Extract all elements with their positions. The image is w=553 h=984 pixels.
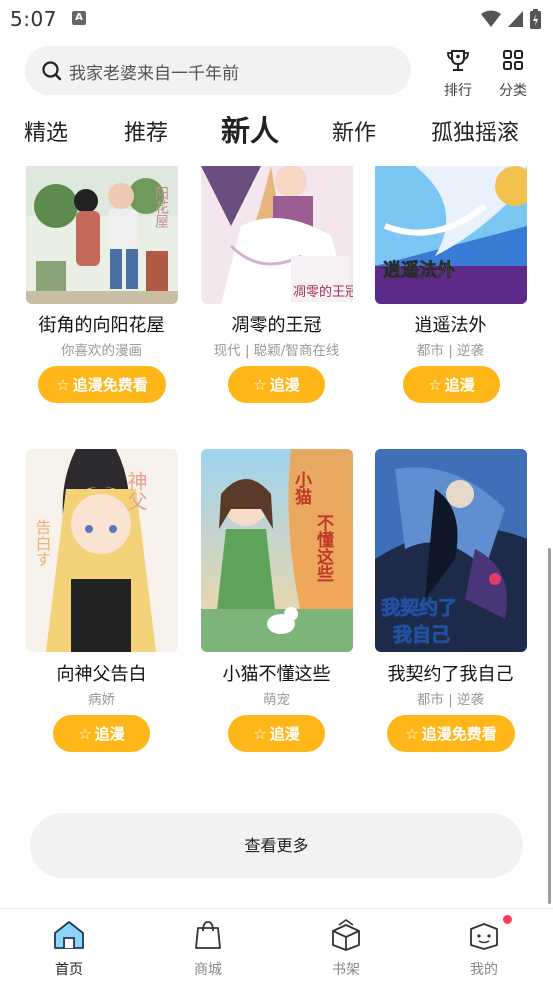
tab-bocchi-the-rock[interactable]: 孤独摇滚 — [431, 112, 519, 156]
comic-cover[interactable]: 小猫 不懂这些 — [201, 449, 353, 652]
cover-image: 凋零的王冠 — [201, 166, 353, 304]
nav-store-label: 商城 — [194, 962, 222, 978]
nav-profile[interactable]: 我的 — [454, 919, 514, 979]
notification-icon: A — [72, 11, 86, 25]
follow-button[interactable]: ☆ 追漫 — [403, 366, 500, 403]
cover-title-art: 小猫 — [291, 471, 312, 506]
follow-button-label: 追漫 — [444, 376, 475, 394]
wifi-icon — [481, 10, 501, 27]
cover-title-art: 我自己 — [393, 623, 450, 646]
rank-label: 排行 — [444, 83, 472, 99]
cover-title-art: 凋零的王冠 — [293, 284, 353, 300]
comic-tags: 现代 | 聪颖/智商在线 — [213, 343, 340, 359]
status-icons — [481, 9, 541, 29]
trophy-icon — [447, 50, 469, 71]
follow-button-label: 追漫免费看 — [421, 725, 497, 743]
comic-title[interactable]: 向神父告白 — [14, 660, 189, 686]
comic-cover[interactable]: 凋零的王冠 — [201, 166, 353, 304]
cover-image: 逍遥法外 — [375, 166, 527, 304]
view-more-button[interactable]: 查看更多 — [30, 813, 523, 878]
nav-bookshelf-label: 书架 — [332, 962, 360, 978]
nav-home-label: 首页 — [55, 962, 83, 978]
comic-tags: 都市 | 逆袭 — [416, 692, 485, 708]
comic-cover[interactable]: 阳花屋 — [26, 166, 178, 304]
cover-title-art: 阳花屋 — [153, 186, 169, 229]
cover-image: 我契约了 我自己 — [375, 449, 527, 652]
profile-icon — [470, 923, 498, 950]
follow-button[interactable]: ☆ 追漫 — [228, 366, 325, 403]
search-bar[interactable]: 我家老婆来自一千年前 — [25, 46, 411, 95]
follow-button-label: 追漫免费看 — [72, 376, 148, 394]
cover-image: 阳花屋 — [26, 166, 178, 304]
nav-home[interactable]: 首页 — [39, 919, 99, 979]
search-placeholder: 我家老婆来自一千年前 — [69, 64, 239, 84]
follow-button[interactable]: ☆ 追漫 — [228, 715, 325, 752]
nav-store[interactable]: 商城 — [178, 919, 238, 979]
bottom-nav: 首页 商城 书架 我的 — [0, 908, 553, 984]
cover-title-art: 我契约了 — [381, 596, 457, 619]
follow-free-button[interactable]: ☆ 追漫免费看 — [38, 366, 166, 403]
star-icon: ☆ — [428, 375, 442, 394]
box-icon — [332, 919, 360, 951]
nav-profile-label: 我的 — [470, 962, 498, 978]
cover-title-art: 逍遥法外 — [383, 259, 455, 281]
follow-button[interactable]: ☆ 追漫 — [53, 715, 150, 752]
category-tabs: 精选 推荐 新人 新作 孤独摇滚 — [0, 112, 553, 158]
star-icon: ☆ — [253, 375, 267, 394]
star-icon: ☆ — [253, 724, 267, 743]
comic-title[interactable]: 街角的向阳花屋 — [14, 311, 189, 337]
comic-title[interactable]: 凋零的王冠 — [189, 311, 364, 337]
follow-button-label: 追漫 — [269, 725, 300, 743]
cover-title-art: 告白す — [33, 519, 52, 567]
rank-button[interactable]: 排行 — [438, 48, 478, 100]
comic-tags: 病娇 — [88, 692, 115, 708]
nav-bookshelf[interactable]: 书架 — [316, 919, 376, 979]
follow-button-label: 追漫 — [269, 376, 300, 394]
category-label: 分类 — [499, 83, 527, 99]
cover-image: 小猫 不懂这些 — [201, 449, 353, 652]
follow-free-button[interactable]: ☆ 追漫免费看 — [387, 715, 515, 752]
shopping-bag-icon — [195, 921, 221, 949]
grid-icon — [503, 50, 523, 70]
status-time: 5:07 — [10, 7, 57, 31]
home-icon — [54, 921, 84, 949]
scrollbar[interactable] — [548, 548, 551, 904]
notification-badge — [503, 915, 512, 924]
tab-recommended[interactable]: 推荐 — [124, 112, 168, 156]
comic-title[interactable]: 逍遥法外 — [363, 311, 538, 337]
category-button[interactable]: 分类 — [493, 48, 533, 100]
star-icon: ☆ — [78, 724, 92, 743]
comic-tags: 你喜欢的漫画 — [61, 343, 142, 359]
comic-title[interactable]: 小猫不懂这些 — [189, 660, 364, 686]
comic-cover[interactable]: 我契约了 我自己 — [375, 449, 527, 652]
cover-title-art: 神父 — [124, 471, 148, 511]
follow-button-label: 追漫 — [94, 725, 125, 743]
comic-title[interactable]: 我契约了我自己 — [363, 660, 538, 686]
cover-title-art: 不懂这些 — [313, 514, 334, 582]
tab-new-works[interactable]: 新作 — [332, 112, 376, 156]
battery-icon — [530, 9, 541, 29]
comic-cover[interactable]: 神父 告白す — [26, 449, 178, 652]
tab-newcomer[interactable]: 新人 — [221, 109, 279, 153]
status-bar: 5:07 A — [0, 0, 553, 38]
search-icon — [42, 61, 62, 81]
star-icon: ☆ — [405, 724, 419, 743]
cover-image: 神父 告白す — [26, 449, 178, 652]
tab-featured[interactable]: 精选 — [24, 112, 68, 156]
signal-icon — [508, 11, 523, 27]
comic-cover[interactable]: 逍遥法外 — [375, 166, 527, 304]
comic-tags: 萌宠 — [263, 692, 290, 708]
star-icon: ☆ — [56, 375, 70, 394]
comic-tags: 都市 | 逆袭 — [416, 343, 485, 359]
